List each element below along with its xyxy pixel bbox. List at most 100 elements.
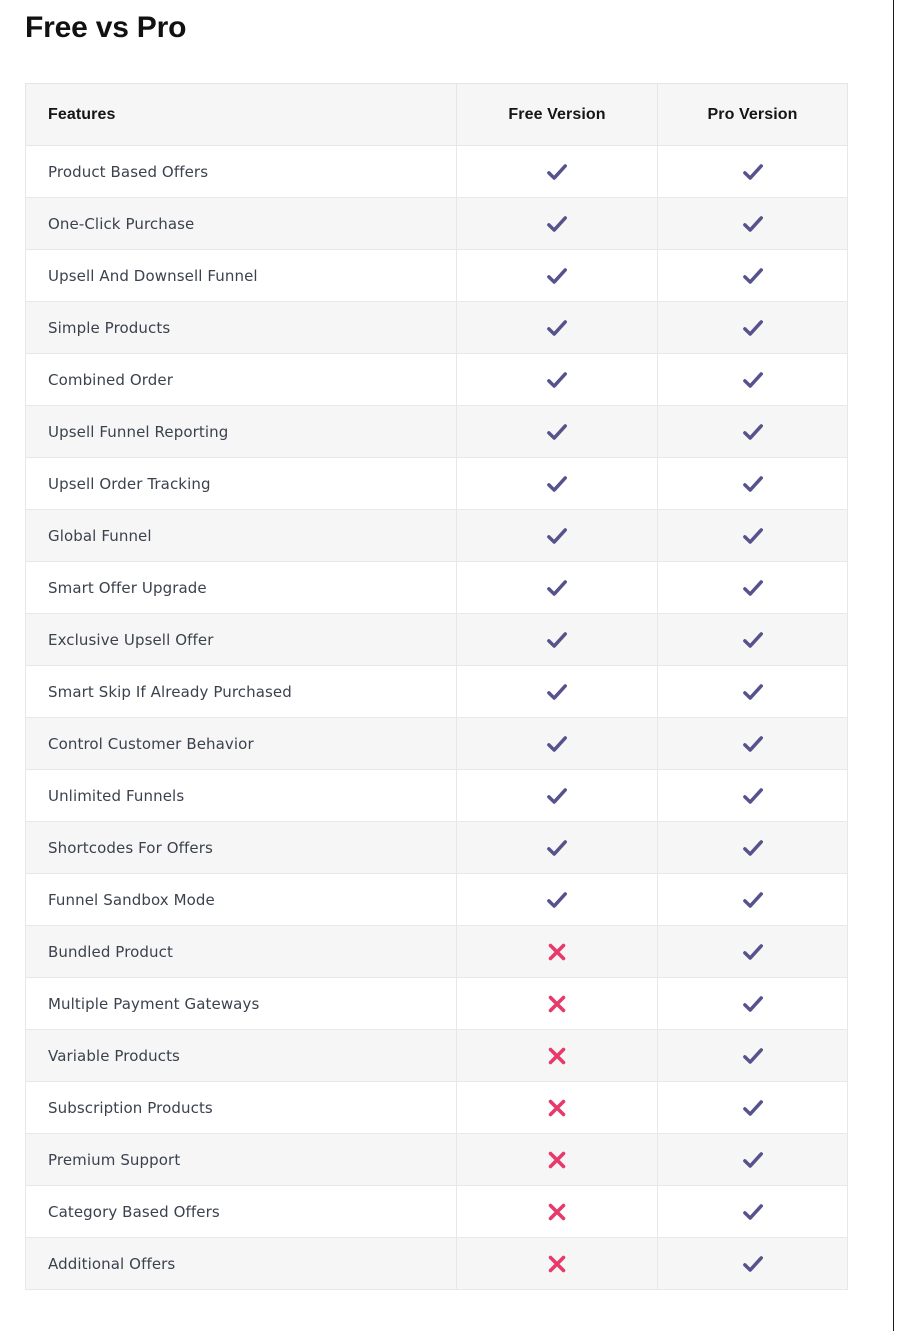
table-row: Upsell Funnel Reporting xyxy=(25,405,848,458)
table-row: Control Customer Behavior xyxy=(25,717,848,770)
column-header-features: Features xyxy=(25,83,457,146)
free-version-cell xyxy=(456,1029,658,1082)
cross-icon xyxy=(545,992,569,1016)
pro-version-cell xyxy=(657,197,848,250)
pro-version-cell xyxy=(657,717,848,770)
pro-version-cell xyxy=(657,457,848,510)
check-icon xyxy=(740,887,766,913)
cross-icon xyxy=(545,940,569,964)
check-icon xyxy=(544,419,570,445)
column-header-pro-version: Pro Version xyxy=(657,83,848,146)
pro-version-cell xyxy=(657,509,848,562)
free-version-cell xyxy=(456,457,658,510)
free-version-cell xyxy=(456,821,658,874)
check-icon xyxy=(544,731,570,757)
free-version-cell xyxy=(456,561,658,614)
viewport-right-edge xyxy=(893,0,894,1331)
pro-version-cell xyxy=(657,977,848,1030)
check-icon xyxy=(544,315,570,341)
check-icon xyxy=(544,575,570,601)
table-row: Subscription Products xyxy=(25,1081,848,1134)
pro-version-cell xyxy=(657,1081,848,1134)
feature-name-cell: Combined Order xyxy=(25,353,457,406)
free-version-cell xyxy=(456,769,658,822)
table-row: Premium Support xyxy=(25,1133,848,1186)
check-icon xyxy=(740,263,766,289)
check-icon xyxy=(740,471,766,497)
free-version-cell xyxy=(456,1237,658,1290)
feature-name-cell: Upsell And Downsell Funnel xyxy=(25,249,457,302)
table-row: Shortcodes For Offers xyxy=(25,821,848,874)
feature-name-cell: Shortcodes For Offers xyxy=(25,821,457,874)
table-row: Product Based Offers xyxy=(25,145,848,198)
free-vs-pro-comparison-table: Features Free Version Pro Version Produc… xyxy=(25,83,848,1290)
table-row: Smart Skip If Already Purchased xyxy=(25,665,848,718)
free-version-cell xyxy=(456,1081,658,1134)
free-version-cell xyxy=(456,509,658,562)
table-row: Additional Offers xyxy=(25,1237,848,1290)
table-row: Unlimited Funnels xyxy=(25,769,848,822)
pro-version-cell xyxy=(657,821,848,874)
table-row: Multiple Payment Gateways xyxy=(25,977,848,1030)
free-version-cell xyxy=(456,405,658,458)
feature-name-cell: Bundled Product xyxy=(25,925,457,978)
pro-version-cell xyxy=(657,405,848,458)
pro-version-cell xyxy=(657,1237,848,1290)
pro-version-cell xyxy=(657,301,848,354)
feature-name-cell: Subscription Products xyxy=(25,1081,457,1134)
check-icon xyxy=(544,471,570,497)
check-icon xyxy=(740,1147,766,1173)
feature-name-cell: Smart Offer Upgrade xyxy=(25,561,457,614)
check-icon xyxy=(740,1199,766,1225)
feature-name-cell: Simple Products xyxy=(25,301,457,354)
cross-icon xyxy=(545,1044,569,1068)
cross-icon xyxy=(545,1200,569,1224)
table-header: Features Free Version Pro Version xyxy=(25,83,848,146)
check-icon xyxy=(544,263,570,289)
free-version-cell xyxy=(456,1133,658,1186)
check-icon xyxy=(740,211,766,237)
check-icon xyxy=(544,367,570,393)
check-icon xyxy=(740,835,766,861)
table-row: Global Funnel xyxy=(25,509,848,562)
feature-name-cell: Funnel Sandbox Mode xyxy=(25,873,457,926)
pro-version-cell xyxy=(657,145,848,198)
free-version-cell xyxy=(456,665,658,718)
feature-name-cell: Smart Skip If Already Purchased xyxy=(25,665,457,718)
table-row: Bundled Product xyxy=(25,925,848,978)
check-icon xyxy=(544,159,570,185)
table-row: Exclusive Upsell Offer xyxy=(25,613,848,666)
check-icon xyxy=(544,887,570,913)
feature-name-cell: Upsell Funnel Reporting xyxy=(25,405,457,458)
check-icon xyxy=(740,159,766,185)
feature-name-cell: Product Based Offers xyxy=(25,145,457,198)
pro-version-cell xyxy=(657,1029,848,1082)
page-root: Free vs Pro Features Free Version Pro Ve… xyxy=(0,0,893,1331)
pro-version-cell xyxy=(657,665,848,718)
pro-version-cell xyxy=(657,249,848,302)
page-title: Free vs Pro xyxy=(25,11,187,44)
feature-name-cell: Variable Products xyxy=(25,1029,457,1082)
check-icon xyxy=(544,627,570,653)
check-icon xyxy=(740,991,766,1017)
pro-version-cell xyxy=(657,613,848,666)
check-icon xyxy=(740,731,766,757)
check-icon xyxy=(740,939,766,965)
check-icon xyxy=(544,679,570,705)
pro-version-cell xyxy=(657,353,848,406)
check-icon xyxy=(740,1043,766,1069)
check-icon xyxy=(740,679,766,705)
pro-version-cell xyxy=(657,925,848,978)
free-version-cell xyxy=(456,1185,658,1238)
table-row: Simple Products xyxy=(25,301,848,354)
table-row: Variable Products xyxy=(25,1029,848,1082)
free-version-cell xyxy=(456,197,658,250)
feature-name-cell: Premium Support xyxy=(25,1133,457,1186)
check-icon xyxy=(740,627,766,653)
pro-version-cell xyxy=(657,1185,848,1238)
free-version-cell xyxy=(456,613,658,666)
table-row: Funnel Sandbox Mode xyxy=(25,873,848,926)
free-version-cell xyxy=(456,717,658,770)
check-icon xyxy=(544,835,570,861)
table-header-row: Features Free Version Pro Version xyxy=(25,83,848,146)
